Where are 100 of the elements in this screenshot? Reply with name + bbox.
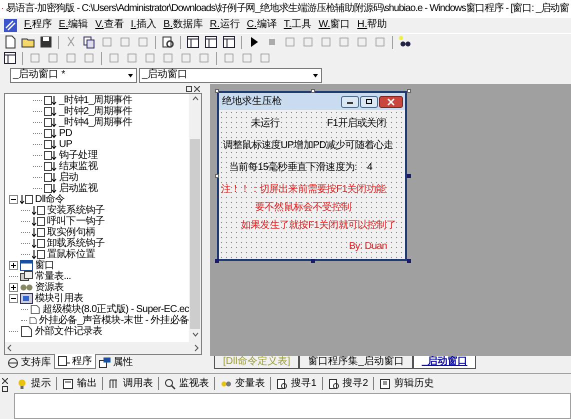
tree-item[interactable]: 钩子处理 (59, 150, 98, 162)
resize-handle[interactable] (311, 259, 315, 264)
tree-item[interactable]: 资源表 (35, 282, 64, 294)
tree-item[interactable]: 安装系统钩子 (47, 205, 105, 216)
minimize-icon[interactable] (341, 96, 359, 108)
tree-item[interactable]: 启动监视 (59, 183, 98, 194)
resize-handle[interactable] (407, 259, 411, 264)
tree-item[interactable]: Dll命令 (35, 194, 65, 206)
const-icon (20, 271, 33, 282)
copy-icon[interactable] (82, 35, 96, 50)
menu-item[interactable]: F.程序 (24, 19, 52, 32)
form-label: 调整鼠标速度UP增加PD减少可随着心走 (223, 140, 394, 152)
tree-item[interactable]: 启动 (59, 172, 78, 184)
tab[interactable]: 搜寻1 (274, 378, 319, 390)
form-title: 绝地求生压枪 (222, 96, 282, 108)
tab[interactable]: 搜寻2 (326, 378, 370, 390)
menu-item[interactable]: W.窗口 (318, 19, 350, 32)
collapse-icon[interactable] (9, 294, 18, 304)
sub-icon (44, 117, 57, 128)
tab[interactable]: 变量表 (218, 378, 267, 390)
menu-item[interactable]: T.工具 (284, 19, 312, 32)
vertical-scrollbar[interactable] (189, 94, 201, 342)
find-icon[interactable] (161, 35, 175, 50)
tab[interactable]: 剪辑历史 (377, 378, 436, 390)
scroll-right-icon[interactable] (193, 344, 199, 352)
close-icon[interactable] (194, 86, 200, 92)
dll-icon (20, 194, 33, 206)
close-icon[interactable] (2, 378, 8, 384)
tree-item[interactable]: _时钟2_周期事件 (59, 106, 132, 118)
tree-item[interactable]: 窗口 (35, 260, 54, 272)
tree-item[interactable]: 常量表... (35, 271, 71, 282)
app-menu-icon[interactable] (4, 18, 17, 32)
layout-icon[interactable] (204, 35, 218, 50)
tree-item[interactable]: 外挂必备_声音模块-末世 - 外挂必备 (38, 315, 189, 326)
menu-item[interactable]: I.插入 (130, 19, 156, 32)
form-label: 注！！：切屏出来前需要按F1关闭功能 (221, 184, 386, 196)
menu-item[interactable]: H.帮助 (357, 19, 388, 32)
tab[interactable]: 窗口程序集_启动窗口 (299, 355, 413, 370)
resize-handle[interactable] (407, 174, 411, 178)
tree-item[interactable]: 超级模块(8.0正式版) - Super-EC.ec (42, 304, 189, 316)
sub-icon (44, 183, 57, 194)
tab[interactable]: 属性 (96, 355, 136, 370)
pin-icon[interactable] (186, 86, 192, 92)
tab[interactable]: 程序 (54, 354, 96, 370)
find-icon (328, 378, 340, 390)
form-label: 要不然鼠标会不受控制 (255, 202, 352, 214)
properties-icon (99, 356, 111, 369)
tab[interactable]: 调用表 (106, 378, 155, 390)
tab[interactable]: 提示 (14, 378, 53, 390)
resize-handle[interactable] (215, 89, 219, 94)
expand-icon[interactable] (9, 261, 18, 270)
tab[interactable]: _启动窗口 (412, 355, 476, 370)
collapse-icon[interactable] (9, 195, 18, 204)
output-icon (62, 378, 74, 390)
tree-item[interactable]: UP (59, 139, 72, 150)
resize-handle[interactable] (215, 174, 219, 178)
tree-item[interactable]: _时钟4_周期事件 (59, 117, 132, 128)
resize-handle[interactable] (215, 259, 219, 264)
layout-icon[interactable] (186, 35, 200, 50)
lightbulb-icon (16, 378, 28, 390)
module-icon (20, 293, 33, 304)
sub-icon (44, 172, 57, 184)
dropdown-field[interactable]: _启动窗口 * (10, 68, 137, 83)
tree-item[interactable]: 卸载系统钩子 (47, 238, 105, 250)
layout-icon[interactable] (222, 35, 236, 50)
new-file-icon[interactable] (3, 35, 17, 50)
list-icon (108, 378, 120, 390)
horizontal-scrollbar[interactable] (5, 342, 201, 354)
scroll-left-icon[interactable] (7, 344, 13, 352)
tree-item[interactable]: 外部文件记录表 (35, 326, 102, 338)
tree-item[interactable]: 置鼠标位置 (47, 249, 96, 260)
grid-icon[interactable] (3, 51, 17, 66)
form-label: F1开启或关闭 (327, 118, 386, 130)
expand-icon[interactable] (9, 283, 18, 292)
program-icon (58, 355, 70, 368)
tree-item[interactable]: 呼叫下一钩子 (47, 216, 105, 228)
form-label: 4 (367, 162, 372, 174)
tab[interactable]: 输出 (60, 378, 99, 390)
tree-item[interactable]: PD (59, 128, 72, 140)
maximize-icon[interactable] (360, 96, 378, 108)
save-icon[interactable] (39, 35, 53, 50)
menu-item[interactable]: E.编辑 (58, 19, 88, 32)
menu-item[interactable]: B.数据库 (163, 19, 203, 32)
menu-item[interactable]: V.查看 (95, 19, 124, 32)
scrollbar-thumb[interactable] (190, 139, 200, 330)
sub-icon (44, 128, 57, 140)
restore-icon[interactable] (2, 386, 8, 392)
binoculars-icon[interactable] (398, 35, 412, 50)
tab[interactable]: 监视表 (162, 378, 211, 390)
tree-item[interactable]: _时钟1_周期事件 (59, 95, 132, 106)
resize-handle[interactable] (407, 89, 411, 94)
resize-handle[interactable] (311, 89, 315, 94)
tree-item[interactable]: 模块引用表 (35, 293, 84, 304)
menu-item[interactable]: C.编译 (246, 19, 277, 32)
menu-item[interactable]: R.运行 (210, 19, 240, 32)
close-icon[interactable] (379, 96, 403, 108)
tree-item[interactable]: 结束监视 (59, 161, 98, 172)
dropdown-field[interactable]: _启动窗口 (139, 68, 322, 83)
dll-icon (32, 249, 45, 260)
tree-item[interactable]: 取实例句柄 (47, 227, 96, 238)
